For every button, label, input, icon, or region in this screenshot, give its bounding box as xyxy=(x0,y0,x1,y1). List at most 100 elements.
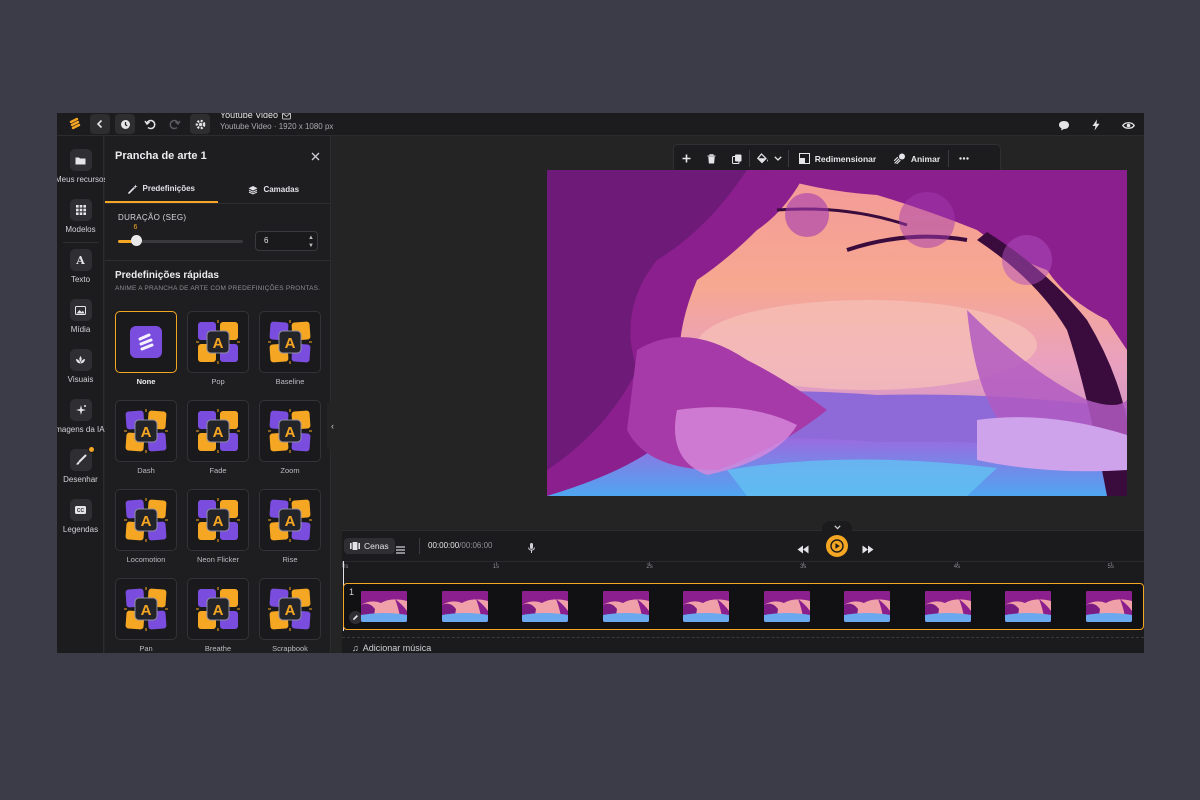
scene-frame-thumbnail xyxy=(1085,591,1132,622)
add-music-button[interactable]: ♫ Adicionar música xyxy=(352,643,431,653)
rail-item-media[interactable]: Mídia xyxy=(57,299,104,334)
stepper-value: 6 xyxy=(264,236,269,245)
comments-icon[interactable] xyxy=(1054,115,1074,135)
svg-text:A: A xyxy=(285,602,296,619)
microphone-icon[interactable] xyxy=(528,540,535,558)
preset-item[interactable]: A Breathe xyxy=(187,578,249,653)
duplicate-icon[interactable] xyxy=(724,144,749,173)
slider-thumb[interactable] xyxy=(130,235,142,246)
rail-item-ai-images[interactable]: Imagens da IA xyxy=(57,399,105,434)
preset-item[interactable]: A Fade xyxy=(187,400,249,475)
app-logo-icon[interactable] xyxy=(65,114,85,134)
preset-label: Dash xyxy=(137,466,155,475)
delete-trash-icon[interactable] xyxy=(699,144,724,173)
preset-thumbnail[interactable]: A xyxy=(115,489,177,551)
scenes-button[interactable]: Cenas xyxy=(344,538,395,554)
document-title[interactable]: Youtube Video xyxy=(220,113,278,121)
ruler-tick-mark xyxy=(649,562,651,566)
preset-thumbnail[interactable]: A xyxy=(187,578,249,640)
rail-item-my-assets[interactable]: Meus recursos xyxy=(57,149,107,184)
rewind-icon[interactable] xyxy=(797,541,809,559)
more-options-icon[interactable] xyxy=(949,144,979,173)
history-icon[interactable] xyxy=(115,114,135,134)
time-display: 00:00:00/00:06:00 xyxy=(428,541,493,550)
fill-color-dropdown[interactable] xyxy=(750,144,788,173)
new-badge xyxy=(87,446,95,453)
preset-thumbnail[interactable]: A xyxy=(187,489,249,551)
preset-item[interactable]: A Pan xyxy=(115,578,177,653)
preset-thumbnail[interactable]: A xyxy=(187,311,249,373)
rail-item-text[interactable]: A Texto xyxy=(57,249,104,284)
preset-thumbnail[interactable]: A xyxy=(259,400,321,462)
preset-letter-a-icon: A xyxy=(268,409,312,453)
preset-item[interactable]: A Scrapbook xyxy=(259,578,321,653)
preset-item[interactable]: A Baseline xyxy=(259,311,321,386)
scene-frame-thumbnail xyxy=(924,591,971,622)
back-icon[interactable] xyxy=(90,114,110,134)
preset-thumbnail[interactable]: A xyxy=(259,311,321,373)
preset-item[interactable]: A Neon Flicker xyxy=(187,489,249,564)
edit-title-icon[interactable] xyxy=(282,113,292,120)
preset-item[interactable]: A Pop xyxy=(187,311,249,386)
animate-button[interactable]: Animar xyxy=(886,144,948,173)
rail-item-draw[interactable]: Desenhar xyxy=(57,446,104,484)
undo-icon[interactable] xyxy=(140,114,160,134)
duration-stepper[interactable]: 6 ▲ ▼ xyxy=(255,231,318,251)
svg-text:CC: CC xyxy=(77,508,85,514)
rail-item-templates[interactable]: Modelos xyxy=(57,199,104,234)
preset-label: Pop xyxy=(211,377,225,386)
tab-presets[interactable]: Predefinições xyxy=(105,176,218,203)
rail-item-visuals[interactable]: Visuais xyxy=(57,349,104,384)
redo-icon[interactable] xyxy=(165,114,185,134)
preset-letter-a-icon: A xyxy=(268,498,312,542)
shapes-icon xyxy=(69,349,92,371)
document-subtitle: Youtube Video · 1920 x 1080 px xyxy=(220,122,334,131)
preset-thumbnail[interactable]: A xyxy=(259,578,321,640)
play-button[interactable] xyxy=(826,535,848,557)
preset-thumbnail[interactable] xyxy=(115,311,177,373)
current-time: 00:00:00 xyxy=(428,541,460,550)
preset-label: Scrapbook xyxy=(272,644,308,653)
settings-gear-icon[interactable] xyxy=(190,114,210,134)
preset-thumbnail[interactable]: A xyxy=(187,400,249,462)
add-icon[interactable] xyxy=(674,144,699,173)
preset-item[interactable]: A Rise xyxy=(259,489,321,564)
resize-button[interactable]: Redimensionar xyxy=(789,144,886,173)
preset-item[interactable]: A Zoom xyxy=(259,400,321,475)
layers-icon xyxy=(248,185,258,195)
add-music-label: Adicionar música xyxy=(362,643,432,653)
stepper-up-icon[interactable]: ▲ xyxy=(308,235,314,241)
preset-label: Baseline xyxy=(275,377,305,386)
tab-layers[interactable]: Camadas xyxy=(218,176,331,203)
svg-text:A: A xyxy=(141,424,152,441)
list-view-icon[interactable] xyxy=(396,541,405,559)
rail-label: Legendas xyxy=(62,525,99,534)
preset-letter-a-icon: A xyxy=(124,498,168,542)
duration-slider-row: 6 6 ▲ ▼ xyxy=(105,222,330,256)
preset-thumbnail[interactable]: A xyxy=(115,578,177,640)
ruler-tick-mark xyxy=(803,562,805,566)
scene-frame-thumbnail xyxy=(763,591,810,622)
preset-thumbnail[interactable]: A xyxy=(259,489,321,551)
preset-thumbnail[interactable]: A xyxy=(115,400,177,462)
preset-item[interactable]: None xyxy=(115,311,177,386)
scene-frame-thumbnail xyxy=(683,591,729,622)
preset-letter-a-icon: A xyxy=(124,409,168,453)
scene-track[interactable]: 1 xyxy=(343,583,1144,630)
preset-item[interactable]: A Dash xyxy=(115,400,177,475)
artboard-image[interactable] xyxy=(547,170,1127,496)
time-ruler[interactable]: 0s 1s 2s 3s 4s 5s xyxy=(342,561,1144,573)
preset-item[interactable]: A Locomotion xyxy=(115,489,177,564)
resize-label: Redimensionar xyxy=(814,153,877,164)
collapse-timeline-chevron-icon[interactable] xyxy=(822,521,852,533)
close-panel-icon[interactable] xyxy=(311,152,320,161)
lightning-icon[interactable] xyxy=(1086,115,1106,135)
preview-eye-icon[interactable] xyxy=(1118,115,1138,135)
stepper-down-icon[interactable]: ▼ xyxy=(308,243,314,249)
fast-forward-icon[interactable] xyxy=(862,541,874,559)
rail-item-captions[interactable]: CC Legendas xyxy=(57,499,104,534)
collapse-panel-chevron-icon[interactable]: ‹ xyxy=(327,403,338,449)
top-bar: Youtube Video Youtube Video · 1920 x 108… xyxy=(57,113,1144,136)
scene-frame-thumbnail xyxy=(361,591,407,622)
grid-icon xyxy=(69,199,92,221)
